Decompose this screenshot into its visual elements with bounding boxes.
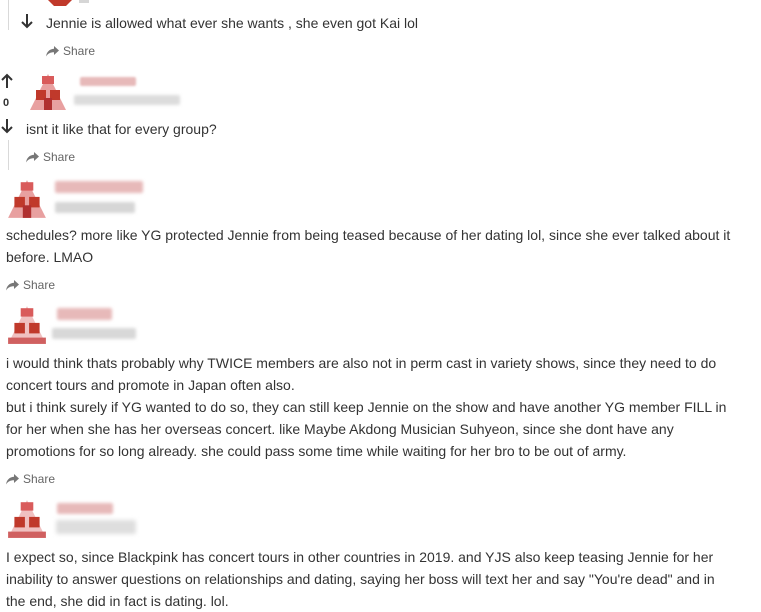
comment-line: i would think thats probably why TWICE m… xyxy=(6,355,717,371)
comment-line: the end, she did in fact is dating. lol. xyxy=(6,593,229,609)
comment-line: isnt it like that for every group? xyxy=(26,121,217,137)
vote-count: 0 xyxy=(3,97,10,109)
comment-line: promotions for so long already. she coul… xyxy=(6,443,627,459)
comment-line: inability to answer questions on relatio… xyxy=(6,571,715,587)
avatar xyxy=(30,74,66,110)
comment-line: but i think surely if YG wanted to do so… xyxy=(6,399,727,415)
comment-line: Jennie is allowed what ever she wants , … xyxy=(46,15,418,31)
comment-line: I expect so, since Blackpink has concert… xyxy=(6,549,714,565)
share-button[interactable]: Share xyxy=(26,150,75,164)
avatar xyxy=(8,180,46,218)
thread-line-inner xyxy=(8,140,9,170)
share-button[interactable]: Share xyxy=(6,472,55,486)
comment-text: isnt it like that for every group? xyxy=(26,118,217,140)
comment-line: for her when she has her overseas concer… xyxy=(6,421,674,437)
comment-text: schedules? more like YG protected Jennie… xyxy=(6,224,730,268)
meta-blurred xyxy=(52,328,136,339)
comment-text: i would think thats probably why TWICE m… xyxy=(6,352,726,462)
comment-text: I expect so, since Blackpink has concert… xyxy=(6,546,715,612)
username-blurred xyxy=(80,77,136,86)
downvote-icon[interactable] xyxy=(20,13,34,29)
comment-line: concert tours and promote in Japan often… xyxy=(6,377,295,393)
username-blurred xyxy=(55,181,143,193)
comment-line: before. LMAO xyxy=(6,249,94,265)
avatar xyxy=(8,306,46,344)
share-button[interactable]: Share xyxy=(46,44,95,58)
username-blurred xyxy=(57,308,112,320)
share-icon xyxy=(6,473,19,484)
meta-blurred xyxy=(74,95,180,105)
share-label: Share xyxy=(43,150,76,164)
upvote-icon[interactable] xyxy=(0,73,14,89)
share-label: Share xyxy=(63,44,96,58)
share-label: Share xyxy=(23,278,56,292)
comment-text: Jennie is allowed what ever she wants , … xyxy=(46,12,418,34)
meta-blurred xyxy=(55,202,135,213)
comment-line: schedules? more like YG protected Jennie… xyxy=(6,227,731,243)
avatar xyxy=(8,500,46,538)
share-icon xyxy=(26,151,39,162)
meta-blurred xyxy=(56,520,136,534)
share-icon xyxy=(6,279,19,290)
share-label: Share xyxy=(23,472,56,486)
avatar xyxy=(48,0,89,6)
username-blurred xyxy=(57,503,113,514)
downvote-icon[interactable] xyxy=(0,118,14,134)
share-button[interactable]: Share xyxy=(6,278,55,292)
share-icon xyxy=(46,45,59,56)
thread-line-outer xyxy=(8,0,9,30)
